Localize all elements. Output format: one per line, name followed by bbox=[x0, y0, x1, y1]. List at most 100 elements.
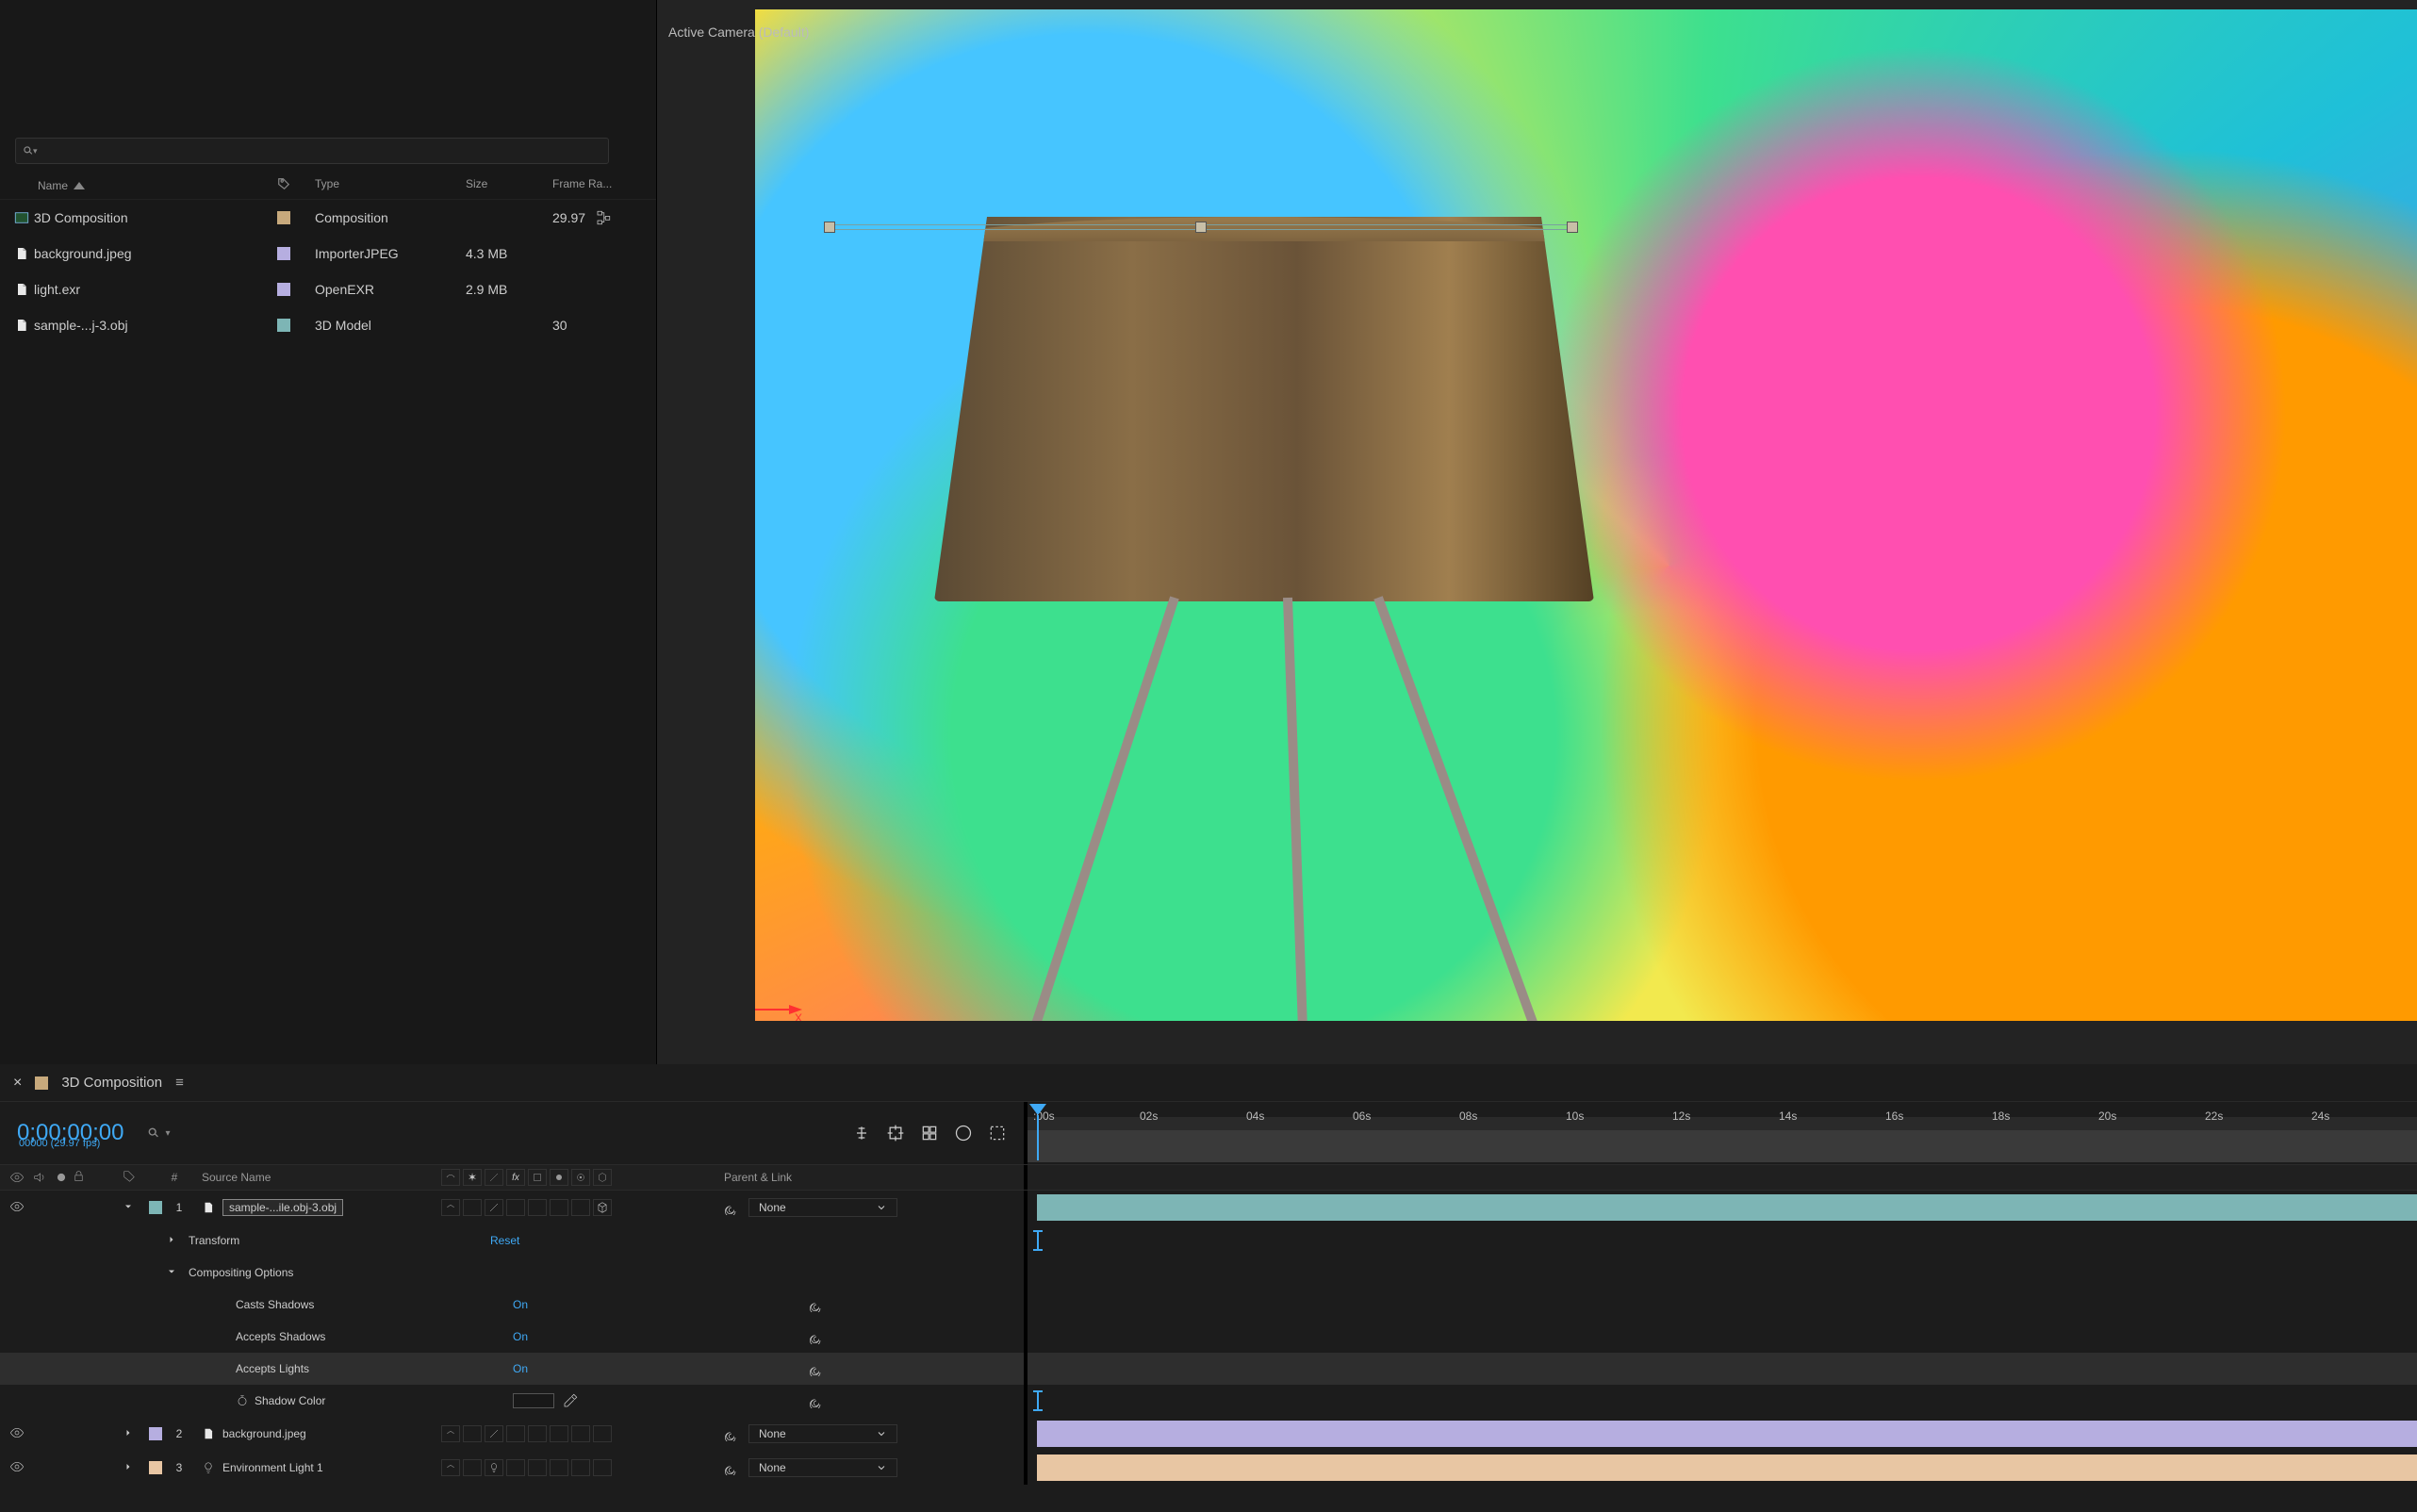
project-item[interactable]: sample-...j-3.obj3D Model30 bbox=[0, 307, 656, 343]
shy-switch[interactable] bbox=[441, 1425, 460, 1442]
close-tab-button[interactable]: × bbox=[13, 1075, 22, 1092]
property-row[interactable]: Accepts LightsOn bbox=[0, 1353, 2417, 1385]
adjustment-switch[interactable] bbox=[571, 1199, 590, 1216]
timeline-tab[interactable]: 3D Composition bbox=[61, 1075, 162, 1091]
collapse-switch[interactable] bbox=[463, 1425, 482, 1442]
collapse-switch[interactable] bbox=[463, 1199, 482, 1216]
selection-bounds[interactable] bbox=[829, 224, 1573, 230]
frame-blend-icon[interactable] bbox=[886, 1124, 905, 1142]
selection-handle[interactable] bbox=[824, 222, 835, 233]
property-row[interactable]: Shadow Color bbox=[0, 1385, 2417, 1417]
fx-switch[interactable] bbox=[506, 1199, 525, 1216]
layer-row[interactable]: 1sample-...ile.obj-3.objNone bbox=[0, 1191, 2417, 1224]
selection-handle[interactable] bbox=[1567, 222, 1578, 233]
lamp-shade-object[interactable] bbox=[934, 217, 1594, 601]
pickwhip-icon[interactable] bbox=[809, 1297, 824, 1312]
project-item[interactable]: light.exrOpenEXR2.9 MB bbox=[0, 271, 656, 307]
twirl-icon[interactable] bbox=[123, 1201, 149, 1215]
fx-switch[interactable] bbox=[506, 1425, 525, 1442]
property-row[interactable]: Casts ShadowsOn bbox=[0, 1289, 2417, 1321]
label-swatch[interactable] bbox=[277, 211, 290, 224]
visibility-column-icon[interactable] bbox=[9, 1170, 25, 1185]
project-item[interactable]: background.jpegImporterJPEG4.3 MB bbox=[0, 236, 656, 271]
shy-switch-header[interactable] bbox=[441, 1169, 460, 1186]
layer-source-name[interactable]: background.jpeg bbox=[196, 1426, 441, 1441]
playhead[interactable] bbox=[1029, 1104, 1046, 1160]
eye-icon[interactable] bbox=[9, 1199, 25, 1214]
pickwhip-icon[interactable] bbox=[724, 1200, 739, 1215]
twirl-icon[interactable] bbox=[166, 1234, 177, 1245]
quality-switch-header[interactable] bbox=[485, 1169, 503, 1186]
solo-column-icon[interactable] bbox=[55, 1171, 68, 1184]
layer-source-name[interactable]: sample-...ile.obj-3.obj bbox=[196, 1199, 441, 1216]
eyedropper-icon[interactable] bbox=[562, 1392, 579, 1409]
twirl-icon[interactable] bbox=[166, 1266, 177, 1277]
property-value[interactable]: On bbox=[513, 1362, 528, 1375]
maximize-icon[interactable] bbox=[988, 1124, 1007, 1142]
twirl-icon[interactable] bbox=[123, 1461, 149, 1475]
collapse-switch[interactable] bbox=[463, 1459, 482, 1476]
property-row[interactable]: TransformReset bbox=[0, 1224, 2417, 1257]
sort-caret-icon[interactable] bbox=[74, 182, 85, 189]
frameblend-switch[interactable] bbox=[528, 1425, 547, 1442]
3d-switch[interactable] bbox=[593, 1459, 612, 1476]
project-search-input[interactable]: ▾ bbox=[15, 138, 609, 164]
comp-mini-flow-icon[interactable] bbox=[852, 1124, 871, 1142]
fx-switch-header[interactable]: fx bbox=[506, 1169, 525, 1186]
tag-icon[interactable] bbox=[277, 177, 290, 190]
pickwhip-icon[interactable] bbox=[809, 1393, 824, 1408]
parent-dropdown[interactable]: None bbox=[748, 1198, 897, 1217]
selection-handle[interactable] bbox=[1195, 222, 1207, 233]
shy-switch[interactable] bbox=[441, 1199, 460, 1216]
parent-dropdown[interactable]: None bbox=[748, 1458, 897, 1477]
pickwhip-icon[interactable] bbox=[809, 1329, 824, 1344]
graph-editor-icon[interactable] bbox=[954, 1124, 973, 1142]
property-value[interactable]: Reset bbox=[490, 1234, 519, 1247]
quality-switch[interactable] bbox=[485, 1425, 503, 1442]
pickwhip-icon[interactable] bbox=[724, 1426, 739, 1441]
label-swatch[interactable] bbox=[277, 319, 290, 332]
eye-icon[interactable] bbox=[9, 1459, 25, 1474]
timeline-search[interactable]: ▾ bbox=[146, 1126, 170, 1141]
adjustment-switch[interactable] bbox=[571, 1459, 590, 1476]
layer-label-swatch[interactable] bbox=[149, 1461, 162, 1474]
frameblend-switch[interactable] bbox=[528, 1459, 547, 1476]
flowchart-icon[interactable] bbox=[595, 209, 612, 226]
motionblur-switch-header[interactable] bbox=[550, 1169, 568, 1186]
panel-menu-icon[interactable]: ≡ bbox=[175, 1075, 184, 1091]
motionblur-switch[interactable] bbox=[550, 1459, 568, 1476]
collapse-switch-header[interactable]: ✶ bbox=[463, 1169, 482, 1186]
motionblur-switch[interactable] bbox=[550, 1199, 568, 1216]
3d-switch[interactable] bbox=[593, 1199, 612, 1216]
frameblend-switch[interactable] bbox=[528, 1199, 547, 1216]
layer-clip[interactable] bbox=[1037, 1421, 2417, 1447]
time-ruler[interactable]: :00s02s04s06s08s10s12s14s16s18s20s22s24s… bbox=[1024, 1102, 2417, 1164]
adjustment-switch[interactable] bbox=[571, 1425, 590, 1442]
axis-gizmo[interactable]: Y X Z bbox=[755, 898, 804, 1021]
layer-source-name[interactable]: Environment Light 1 bbox=[196, 1460, 441, 1475]
eye-icon[interactable] bbox=[9, 1425, 25, 1440]
layer-label-swatch[interactable] bbox=[149, 1427, 162, 1440]
pickwhip-icon[interactable] bbox=[809, 1361, 824, 1376]
layer-row[interactable]: 3Environment Light 1None bbox=[0, 1451, 2417, 1485]
frameblend-switch-header[interactable] bbox=[528, 1169, 547, 1186]
quality-switch[interactable] bbox=[485, 1459, 503, 1476]
property-row[interactable]: Compositing Options bbox=[0, 1257, 2417, 1289]
label-swatch[interactable] bbox=[277, 283, 290, 296]
property-row[interactable]: Accepts ShadowsOn bbox=[0, 1321, 2417, 1353]
label-swatch[interactable] bbox=[277, 247, 290, 260]
property-value[interactable]: On bbox=[513, 1330, 528, 1343]
composition-viewer[interactable]: Active Camera (Default) Y X bbox=[657, 0, 2417, 1064]
3d-switch-header[interactable] bbox=[593, 1169, 612, 1186]
label-column-icon[interactable] bbox=[123, 1170, 136, 1183]
adjustment-switch-header[interactable] bbox=[571, 1169, 590, 1186]
shy-switch[interactable] bbox=[441, 1459, 460, 1476]
parent-dropdown[interactable]: None bbox=[748, 1424, 897, 1443]
pickwhip-icon[interactable] bbox=[724, 1460, 739, 1475]
layer-label-swatch[interactable] bbox=[149, 1201, 162, 1214]
motion-blur-icon[interactable] bbox=[920, 1124, 939, 1142]
quality-switch[interactable] bbox=[485, 1199, 503, 1216]
twirl-icon[interactable] bbox=[123, 1427, 149, 1441]
fx-switch[interactable] bbox=[506, 1459, 525, 1476]
audio-column-icon[interactable] bbox=[32, 1170, 47, 1185]
